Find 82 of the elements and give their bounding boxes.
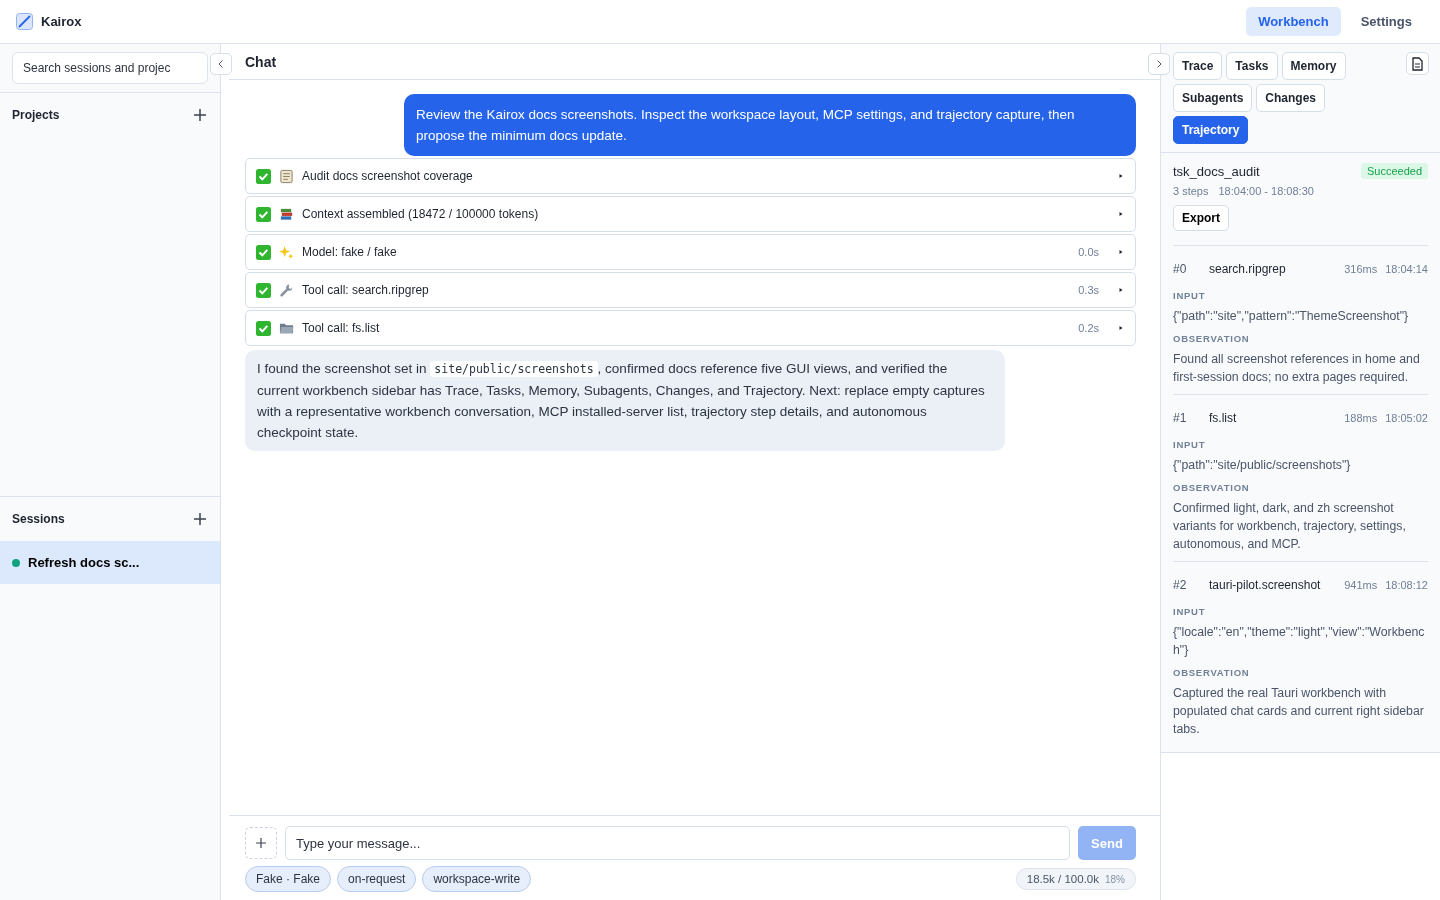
books-icon bbox=[279, 206, 294, 222]
duration: 0.0s bbox=[1078, 246, 1099, 258]
message-field[interactable]: Type your message... bbox=[285, 826, 1070, 860]
trace-label: Audit docs screenshot coverage bbox=[302, 169, 474, 183]
trajectory-id: tsk_docs_audit bbox=[1173, 163, 1260, 179]
caret-icon bbox=[1117, 286, 1125, 294]
step-observation: Confirmed light, dark, and zh screenshot variants for workbench, trajectory, settings, autonomous, and MCP. bbox=[1173, 500, 1407, 553]
step-index: #0 bbox=[1173, 262, 1188, 276]
trace-label: Tool call: fs.list bbox=[302, 321, 381, 335]
trace-row[interactable]: Tool call: fs.list 0.2s bbox=[245, 310, 1136, 346]
step-observation: Found all screenshot references in home and first-session docs; no extra pages required. bbox=[1173, 351, 1421, 386]
observation-label: OBSERVATION bbox=[1173, 333, 1251, 344]
nav-tab[interactable]: Workbench bbox=[1246, 7, 1341, 36]
user-message: Review the Kairox docs screenshots. Inspect the workspace layout, MCP settings, and trajectory capture, then propose the minimum docs update. bbox=[404, 94, 1136, 156]
step-observation: Captured the real Tauri workbench with populated chat cards and current right sidebar tabs. bbox=[1173, 685, 1425, 738]
input-text: {"path":"site/public/screenshots"} bbox=[1173, 457, 1352, 474]
session-item[interactable]: Refresh docs sc... bbox=[0, 541, 220, 584]
plus-icon bbox=[255, 837, 267, 849]
section-title: Sessions bbox=[12, 512, 65, 526]
panel-tab[interactable]: Tasks bbox=[1226, 52, 1278, 80]
caret-icon bbox=[1117, 248, 1125, 256]
trace-label: Tool call: search.ripgrep bbox=[302, 283, 430, 297]
caret-icon bbox=[1117, 324, 1125, 332]
logo-icon bbox=[16, 13, 33, 30]
attach-button[interactable] bbox=[245, 827, 277, 859]
trace-label: Context assembled (18472 / 100000 tokens) bbox=[302, 207, 540, 221]
time-range: 18:04:00 - 18:08:30 bbox=[1218, 185, 1314, 197]
input-label: INPUT bbox=[1173, 606, 1207, 617]
nav-tab[interactable]: Settings bbox=[1348, 7, 1424, 36]
duration: 0.2s bbox=[1078, 322, 1099, 334]
input-label: INPUT bbox=[1173, 290, 1207, 301]
step-index: #2 bbox=[1173, 578, 1188, 592]
step-duration: 188ms bbox=[1344, 412, 1378, 424]
token-count: 18.5k / 100.0k bbox=[1026, 873, 1099, 885]
document-icon bbox=[1411, 56, 1424, 71]
input-text: {"locale":"en","theme":"light","view":"Workbench"} bbox=[1173, 624, 1426, 659]
search-field[interactable]: Search sessions and projec bbox=[12, 52, 208, 84]
observation-label: OBSERVATION bbox=[1173, 482, 1251, 493]
step-index: #1 bbox=[1173, 411, 1188, 425]
panel-tab[interactable]: Trajectory bbox=[1173, 116, 1249, 144]
trace-label: Model: fake / fake bbox=[302, 245, 398, 259]
trace-row[interactable]: Tool call: search.ripgrep 0.3s bbox=[245, 272, 1136, 308]
panel-tab[interactable]: Subagents bbox=[1173, 84, 1253, 112]
chevron-left-icon bbox=[216, 59, 226, 69]
section-title: Projects bbox=[12, 108, 60, 122]
observation-label: OBSERVATION bbox=[1173, 667, 1251, 678]
panel-tab[interactable]: Memory bbox=[1281, 52, 1346, 80]
panel-tab[interactable]: Trace bbox=[1173, 52, 1223, 80]
step-time: 18:05:02 bbox=[1385, 412, 1428, 424]
wrench-icon bbox=[279, 282, 294, 298]
mode-chip[interactable]: Fake · Fake bbox=[245, 866, 332, 892]
step-count: 3 steps bbox=[1173, 185, 1209, 197]
export-button[interactable]: Export bbox=[1173, 205, 1229, 231]
panel-tab[interactable]: Changes bbox=[1256, 84, 1326, 112]
step-duration: 316ms bbox=[1344, 263, 1378, 275]
assistant-message: I found the screenshot set in site/public/screenshots , confirmed docs reference five GUI views, and verified the current workbench sidebar has Trace, Tasks, Memory, Subagents, Changes, and Trajectory. Next: replace empty captures with a representative workbench conversation, MCP installed-server list, trajectory step details, and autonomous checkpoint state. bbox=[245, 350, 1005, 451]
chevron-right-icon bbox=[1154, 59, 1164, 69]
caret-icon bbox=[1117, 172, 1125, 180]
notepad-icon bbox=[279, 168, 294, 184]
trace-row[interactable]: Model: fake / fake 0.0s bbox=[245, 234, 1136, 270]
add-project-icon[interactable] bbox=[192, 107, 208, 123]
mode-chip[interactable]: workspace-write bbox=[422, 866, 532, 892]
mode-chip[interactable]: on-request bbox=[337, 866, 417, 892]
chat-title: Chat bbox=[245, 53, 277, 70]
trace-row[interactable]: Audit docs screenshot coverage bbox=[245, 158, 1136, 194]
step-time: 18:04:14 bbox=[1385, 263, 1428, 275]
step-name: fs.list bbox=[1209, 411, 1238, 425]
step-name: tauri-pilot.screenshot bbox=[1209, 578, 1322, 592]
token-percent: 18% bbox=[1105, 874, 1125, 885]
status-badge: Succeeded bbox=[1360, 163, 1428, 179]
add-session-icon[interactable] bbox=[192, 511, 208, 527]
document-button[interactable] bbox=[1406, 52, 1429, 75]
trace-row[interactable]: Context assembled (18472 / 100000 tokens) bbox=[245, 196, 1136, 232]
app-name: Kairox bbox=[41, 14, 82, 29]
step-duration: 941ms bbox=[1344, 579, 1378, 591]
step-time: 18:08:12 bbox=[1385, 579, 1428, 591]
sparkle-icon bbox=[279, 244, 294, 260]
step-name: search.ripgrep bbox=[1209, 262, 1287, 276]
caret-icon bbox=[1117, 210, 1125, 218]
duration: 0.3s bbox=[1078, 284, 1099, 296]
input-label: INPUT bbox=[1173, 439, 1207, 450]
input-text: {"path":"site","pattern":"ThemeScreenshot"} bbox=[1173, 308, 1410, 325]
